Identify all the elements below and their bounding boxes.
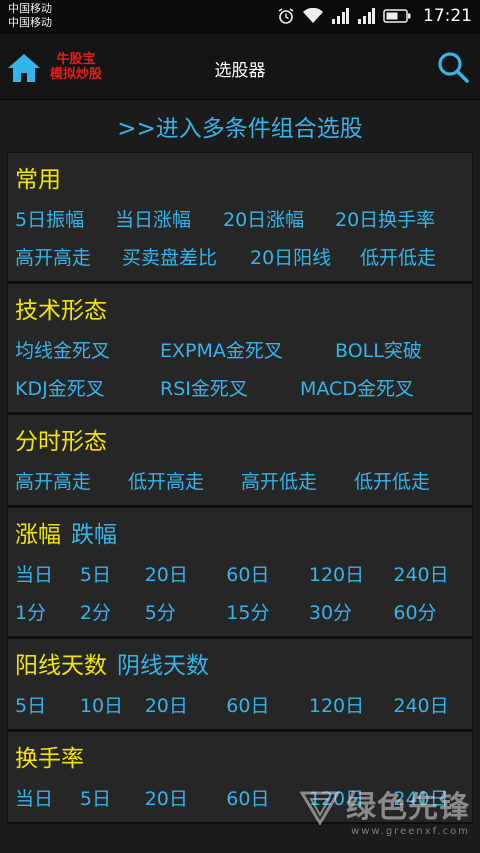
screener-option[interactable]: 20日 xyxy=(145,560,227,587)
section-title-row: 涨幅 跌幅 xyxy=(15,518,472,554)
screener-option[interactable]: 5日振幅 xyxy=(15,205,115,232)
screener-option[interactable]: 当日涨幅 xyxy=(115,205,223,232)
screener-option[interactable]: 20日换手率 xyxy=(335,205,443,232)
option-row: 均线金死叉 EXPMA金死叉 BOLL突破 xyxy=(15,330,472,368)
watermark: 绿色先锋 www.greenxf.com xyxy=(299,782,470,837)
section-title-alt-tab[interactable]: 阴线天数 xyxy=(117,649,209,685)
watermark-text: 绿色先锋 xyxy=(346,790,470,825)
section-title[interactable]: 阳线天数 xyxy=(15,649,107,685)
option-row: 高开高走 低开高走 高开低走 低开低走 xyxy=(15,461,472,499)
screener-option[interactable]: 买卖盘差比 xyxy=(122,243,250,270)
screener-option[interactable]: 均线金死叉 xyxy=(15,336,160,363)
section-title[interactable]: 涨幅 xyxy=(15,518,61,554)
screener-option[interactable]: 20日涨幅 xyxy=(223,205,335,232)
signal-icon-2 xyxy=(357,8,375,24)
screener-option[interactable]: 60日 xyxy=(226,691,309,718)
screener-option[interactable]: 120日 xyxy=(309,560,394,587)
signal-icon-1 xyxy=(331,8,349,24)
section-title: 分时形态 xyxy=(15,429,107,455)
section-title-row: 阳线天数 阴线天数 xyxy=(15,649,472,685)
section-3: 涨幅 跌幅 当日 5日 20日 60日 120日 240日 1分 2分 5分 15分 30分 60分 xyxy=(7,507,473,638)
section-title-alt-tab[interactable]: 跌幅 xyxy=(71,518,117,554)
screener-option[interactable]: 30分 xyxy=(309,598,394,625)
screener-option[interactable]: 低开低走 xyxy=(360,243,460,270)
carrier-label-2: 中国移动 xyxy=(8,16,52,29)
multi-condition-link[interactable]: >>进入多条件组合选股 xyxy=(0,100,480,152)
wifi-icon xyxy=(303,8,323,24)
screener-option[interactable]: 5日 xyxy=(80,560,145,587)
section-title: 常用 xyxy=(15,167,61,193)
app-bar: 牛股宝 模拟炒股 选股器 xyxy=(0,34,480,100)
section-1: 技术形态 均线金死叉 EXPMA金死叉 BOLL突破 KDJ金死叉 RSI金死叉 MACD金… xyxy=(7,283,473,414)
screener-option[interactable]: 240日 xyxy=(393,560,472,587)
battery-icon xyxy=(383,9,411,23)
search-icon[interactable] xyxy=(436,50,470,88)
section-title: 技术形态 xyxy=(15,298,107,324)
screener-option[interactable]: 1分 xyxy=(15,598,80,625)
screener-option[interactable]: 高开高走 xyxy=(15,467,128,494)
screener-option[interactable]: 20日 xyxy=(145,691,227,718)
section-4: 阳线天数 阴线天数 5日 10日 20日 60日 120日 240日 xyxy=(7,638,473,731)
screener-option[interactable]: 60日 xyxy=(226,784,309,811)
screener-option[interactable]: 当日 xyxy=(15,560,80,587)
screener-option[interactable]: 10日 xyxy=(80,691,145,718)
screener-option[interactable]: 高开高走 xyxy=(15,243,122,270)
section-title-row: 分时形态 xyxy=(15,425,472,461)
screener-option[interactable]: 5日 xyxy=(80,784,145,811)
section-title-row: 换手率 xyxy=(15,742,472,778)
section-title-row: 常用 xyxy=(15,163,472,199)
alarm-icon xyxy=(277,7,295,25)
option-row: KDJ金死叉 RSI金死叉 MACD金死叉 xyxy=(15,368,472,406)
clock-time: 17:21 xyxy=(423,6,472,26)
section-title: 换手率 xyxy=(15,746,84,772)
screener-option[interactable]: 20日 xyxy=(145,784,227,811)
screener-option[interactable]: 5日 xyxy=(15,691,80,718)
screener-option[interactable]: 15分 xyxy=(226,598,309,625)
carrier-label-1: 中国移动 xyxy=(8,2,52,15)
option-row: 5日振幅 当日涨幅 20日涨幅 20日换手率 xyxy=(15,199,472,237)
screener-option[interactable]: EXPMA金死叉 xyxy=(160,336,335,363)
screener-option[interactable]: 20日阳线 xyxy=(250,243,360,270)
status-bar: 中国移动 中国移动 17:21 xyxy=(0,0,480,34)
option-row: 5日 10日 20日 60日 120日 240日 xyxy=(15,685,472,723)
screener-option[interactable]: MACD金死叉 xyxy=(300,374,440,401)
screener-option[interactable]: 60分 xyxy=(393,598,472,625)
section-title-row: 技术形态 xyxy=(15,294,472,330)
watermark-logo-icon xyxy=(299,791,341,829)
screener-option[interactable]: 240日 xyxy=(393,691,472,718)
screener-option[interactable]: 60日 xyxy=(226,560,309,587)
screener-sections: 常用 5日振幅 当日涨幅 20日涨幅 20日换手率 高开高走 买卖盘差比 20日阳线 低开低走技… xyxy=(0,152,480,824)
screener-option[interactable]: 高开低走 xyxy=(241,467,354,494)
watermark-url: www.greenxf.com xyxy=(351,826,470,837)
screener-option[interactable]: 当日 xyxy=(15,784,80,811)
screener-option[interactable]: 低开低走 xyxy=(354,467,467,494)
screener-option[interactable]: RSI金死叉 xyxy=(160,374,300,401)
option-row: 当日 5日 20日 60日 120日 240日 xyxy=(15,554,472,592)
page-title: 选股器 xyxy=(214,61,266,81)
screener-option[interactable]: KDJ金死叉 xyxy=(15,374,160,401)
screener-option[interactable]: BOLL突破 xyxy=(335,336,455,363)
screener-option[interactable]: 120日 xyxy=(309,691,394,718)
screener-option[interactable]: 2分 xyxy=(80,598,145,625)
option-row: 1分 2分 5分 15分 30分 60分 xyxy=(15,592,472,630)
screener-option[interactable]: 低开高走 xyxy=(128,467,241,494)
option-row: 高开高走 买卖盘差比 20日阳线 低开低走 xyxy=(15,237,472,275)
section-0: 常用 5日振幅 当日涨幅 20日涨幅 20日换手率 高开高走 买卖盘差比 20日阳线 低开低走 xyxy=(7,152,473,283)
screener-option[interactable]: 5分 xyxy=(145,598,227,625)
section-2: 分时形态高开高走 低开高走 高开低走 低开低走 xyxy=(7,414,473,507)
